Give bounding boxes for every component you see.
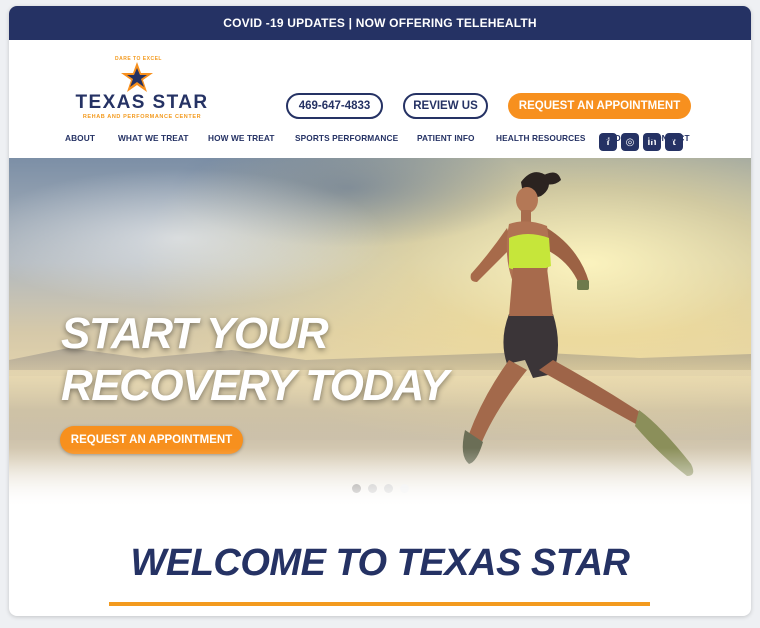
covid-banner-text[interactable]: COVID -19 UPDATES | NOW OFFERING TELEHEA… [223, 16, 537, 30]
nav-item-about[interactable]: ABOUT [65, 133, 95, 143]
page-frame: COVID -19 UPDATES | NOW OFFERING TELEHEA… [9, 6, 751, 616]
welcome-title: WELCOME TO TEXAS STAR [130, 542, 631, 584]
nav-item-sports-performance[interactable]: SPORTS PERFORMANCE [295, 133, 398, 143]
nav-item-health-resources[interactable]: HEALTH RESOURCES [496, 133, 586, 143]
nav-item-how-we-treat[interactable]: HOW WE TREAT [208, 133, 275, 143]
request-appointment-button[interactable]: REQUEST AN APPOINTMENT [508, 93, 691, 119]
logo-subtitle: REHAB AND PERFORMANCE CENTER [82, 114, 202, 120]
review-us-label: REVIEW US [413, 100, 478, 112]
hero-headline-line2: RECOVERY TODAY [61, 361, 449, 410]
main-nav: ABOUT WHAT WE TREAT HOW WE TREAT SPORTS … [9, 133, 751, 147]
hero-headline-line1: START YOUR [61, 309, 329, 358]
runner-image [462, 172, 694, 476]
review-us-button[interactable]: REVIEW US [403, 93, 488, 119]
hero-headline: START YOUR RECOVERY TODAY [61, 308, 449, 412]
request-appointment-label: REQUEST AN APPOINTMENT [518, 100, 681, 112]
hero-button-label: REQUEST AN APPOINTMENT [70, 434, 233, 446]
star-icon [121, 62, 153, 92]
nav-item-blog[interactable]: BLOG [603, 133, 627, 143]
phone-button[interactable]: 469-647-4833 [286, 93, 383, 119]
nav-item-what-we-treat[interactable]: WHAT WE TREAT [118, 133, 189, 143]
hero-slider: START YOUR RECOVERY TODAY REQUEST AN APP… [9, 158, 751, 508]
covid-banner[interactable]: COVID -19 UPDATES | NOW OFFERING TELEHEA… [9, 6, 751, 40]
phone-label: 469-647-4833 [298, 100, 371, 112]
texas-star-logo[interactable]: DARE TO EXCEL TEXAS STAR REHAB AND PERFO… [67, 56, 217, 126]
welcome-underline [109, 602, 650, 606]
nav-item-contact[interactable]: CONTACT [649, 133, 690, 143]
nav-item-patient-info[interactable]: PATIENT INFO [417, 133, 475, 143]
logo-wordmark: TEXAS STAR [75, 92, 209, 113]
